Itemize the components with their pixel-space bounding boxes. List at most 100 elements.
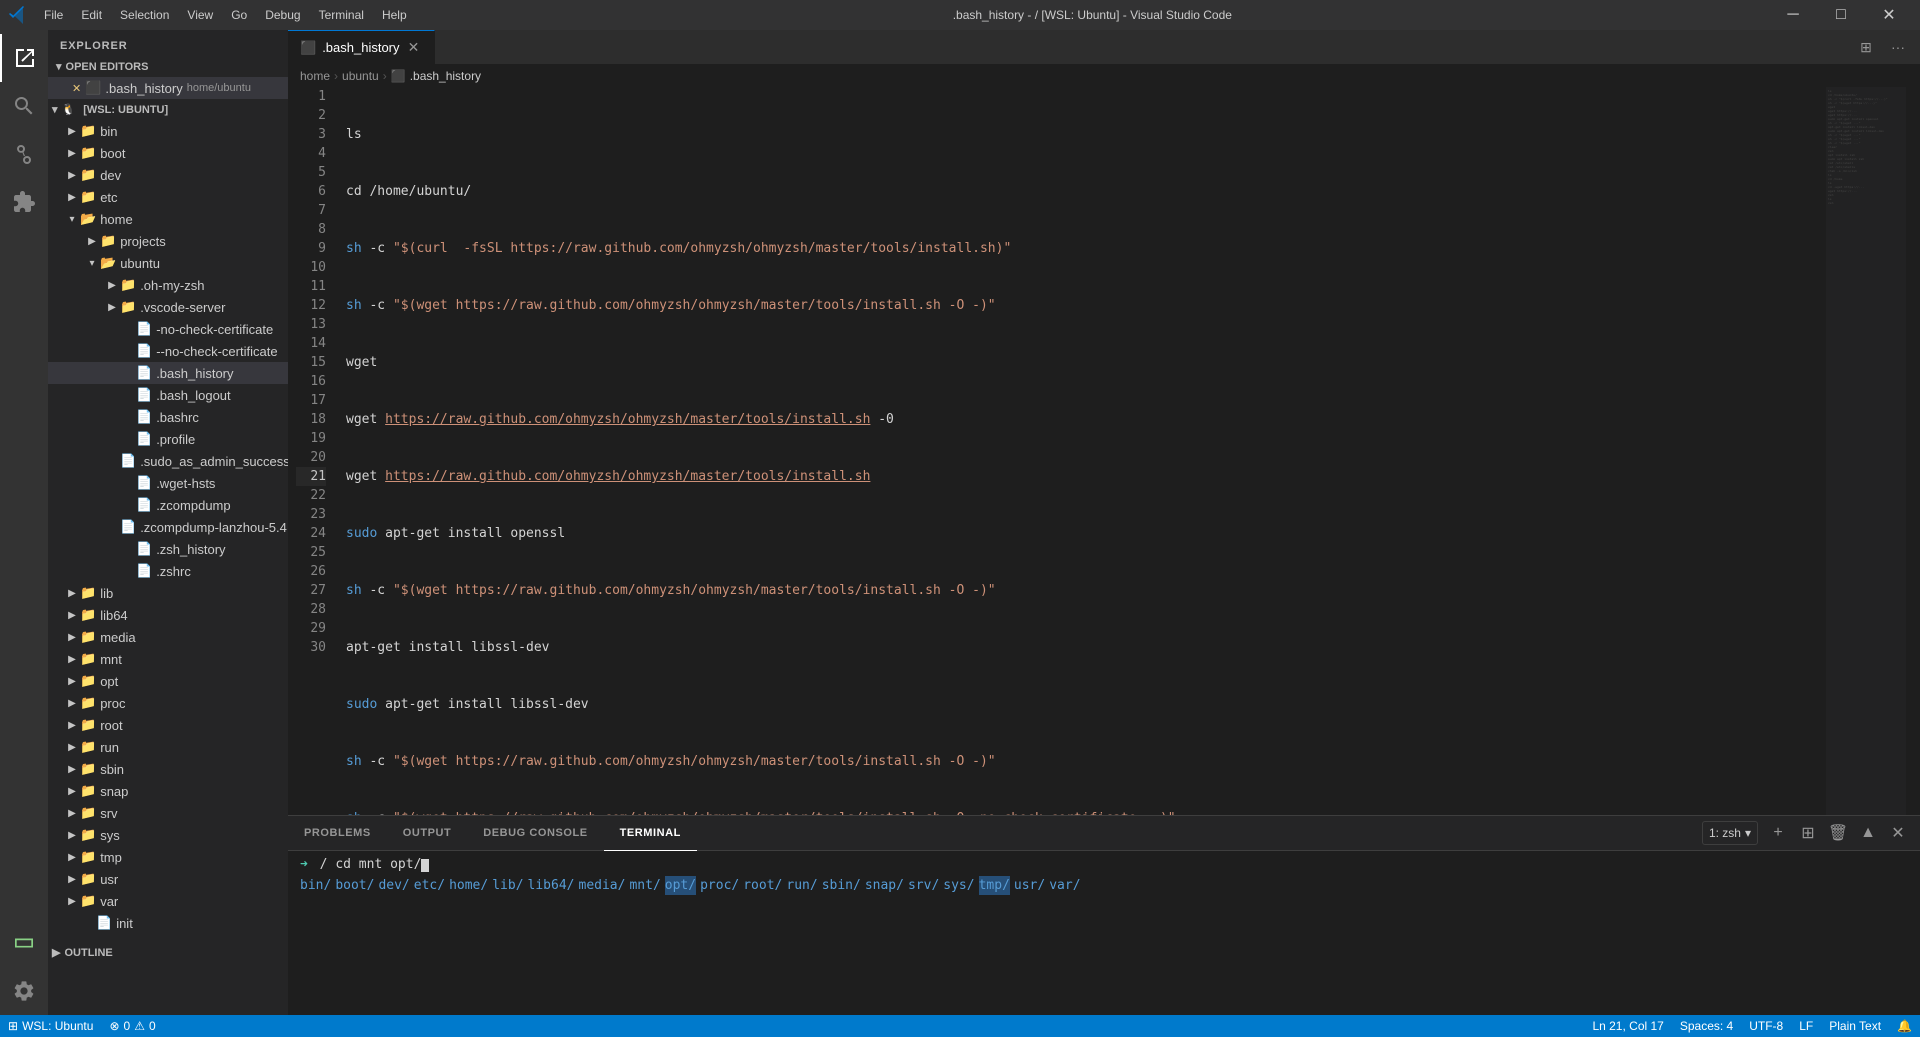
menu-view[interactable]: View <box>179 6 221 24</box>
activity-remote[interactable] <box>0 919 48 967</box>
status-errors[interactable]: ⊗ 0 ⚠ 0 <box>101 1015 163 1037</box>
folder-arrow: ▶ <box>64 764 80 775</box>
breadcrumb-current[interactable]: ⬛ .bash_history <box>391 69 481 83</box>
tree-folder-lib[interactable]: ▶ 📁 lib <box>48 582 288 604</box>
panel-tab-terminal[interactable]: TERMINAL <box>604 816 697 851</box>
close-panel-button[interactable]: ✕ <box>1884 819 1912 847</box>
more-actions-button[interactable]: ··· <box>1884 33 1912 61</box>
terminal-dir-snap: snap/ <box>865 876 904 895</box>
terminal-selector[interactable]: 1: zsh ▾ <box>1702 821 1758 845</box>
kill-terminal-button[interactable]: 🗑 <box>1824 819 1852 847</box>
folder-label-media: media <box>100 630 135 645</box>
activity-settings[interactable] <box>0 967 48 1015</box>
panel-tab-bar: PROBLEMS OUTPUT DEBUG CONSOLE TERMINAL 1… <box>288 816 1920 851</box>
menu-file[interactable]: File <box>36 6 71 24</box>
breadcrumb-home[interactable]: home <box>300 69 330 83</box>
menu-debug[interactable]: Debug <box>257 6 308 24</box>
tree-folder-boot[interactable]: ▶ 📁 boot <box>48 142 288 164</box>
tree-folder-bin[interactable]: ▶ 📁 bin <box>48 120 288 142</box>
tree-folder-etc[interactable]: ▶ 📁 etc <box>48 186 288 208</box>
folder-icon-media: 📁 <box>80 629 96 645</box>
outline-section[interactable]: ▶ OUTLINE <box>48 942 288 963</box>
code-editor[interactable]: ls cd /home/ubuntu/ sh -c "$(curl -fsSL … <box>338 87 1826 815</box>
terminal-content[interactable]: ➜ / cd mnt opt/ bin/ boot/ dev/ etc/ hom… <box>288 851 1920 1015</box>
close-button[interactable]: ✕ <box>1866 0 1912 30</box>
status-encoding[interactable]: UTF-8 <box>1741 1015 1791 1037</box>
tree-folder-vscode-server[interactable]: ▶ 📁 .vscode-server <box>48 296 288 318</box>
tree-folder-root[interactable]: ▶ 📁 root <box>48 714 288 736</box>
tab-close-button[interactable]: ✕ <box>406 40 422 56</box>
status-spaces[interactable]: Spaces: 4 <box>1672 1015 1741 1037</box>
maximize-button[interactable]: □ <box>1818 0 1864 30</box>
wsl-root-section[interactable]: ▾ 🐧 [WSL: UBUNTU] <box>48 99 288 120</box>
tree-folder-mnt[interactable]: ▶ 📁 mnt <box>48 648 288 670</box>
tree-file-profile[interactable]: 📄 .profile <box>48 428 288 450</box>
tree-file-wget-hsts[interactable]: 📄 .wget-hsts <box>48 472 288 494</box>
close-tab-icon[interactable]: ✕ <box>72 82 81 95</box>
tree-folder-dev[interactable]: ▶ 📁 dev <box>48 164 288 186</box>
file-icon-bash-logout: 📄 <box>136 387 152 403</box>
tree-folder-snap[interactable]: ▶ 📁 snap <box>48 780 288 802</box>
maximize-panel-button[interactable]: ▲ <box>1854 819 1882 847</box>
tree-file-sudo-admin[interactable]: 📄 .sudo_as_admin_successful <box>48 450 288 472</box>
tree-folder-opt[interactable]: ▶ 📁 opt <box>48 670 288 692</box>
status-language[interactable]: Plain Text <box>1821 1015 1889 1037</box>
tree-file-zcompdump[interactable]: 📄 .zcompdump <box>48 494 288 516</box>
tree-file-init[interactable]: 📄 init <box>48 912 288 934</box>
panel-tab-problems[interactable]: PROBLEMS <box>288 816 387 851</box>
split-editor-button[interactable]: ⊞ <box>1852 33 1880 61</box>
breadcrumb-ubuntu[interactable]: ubuntu <box>342 69 379 83</box>
tab-bash-history[interactable]: ⬛ .bash_history ✕ <box>288 30 435 64</box>
breadcrumb: home › ubuntu › ⬛ .bash_history <box>288 65 1920 87</box>
tree-folder-var[interactable]: ▶ 📁 var <box>48 890 288 912</box>
open-file-bash-history[interactable]: ✕ ⬛ .bash_history home/ubuntu <box>48 77 288 99</box>
tree-file-bashrc[interactable]: 📄 .bashrc <box>48 406 288 428</box>
file-icon-cert2: 📄 <box>136 343 152 359</box>
menu-go[interactable]: Go <box>223 6 255 24</box>
tree-folder-usr[interactable]: ▶ 📁 usr <box>48 868 288 890</box>
menu-edit[interactable]: Edit <box>73 6 110 24</box>
activity-extensions[interactable] <box>0 178 48 226</box>
tree-folder-run[interactable]: ▶ 📁 run <box>48 736 288 758</box>
tree-file-zshrc[interactable]: 📄 .zshrc <box>48 560 288 582</box>
panel-tab-output[interactable]: OUTPUT <box>387 816 468 851</box>
tree-file-no-check-cert1[interactable]: 📄 -no-check-certificate <box>48 318 288 340</box>
status-feedback[interactable]: 🔔 <box>1889 1015 1920 1037</box>
tree-file-zcompdump-lanzhou[interactable]: 📄 .zcompdump-lanzhou-5.4.2 <box>48 516 288 538</box>
tree-folder-proc[interactable]: ▶ 📁 proc <box>48 692 288 714</box>
tree-folder-sys[interactable]: ▶ 📁 sys <box>48 824 288 846</box>
minimap: lscd /home/ubuntu/sh -c "$(curl -fsSL ht… <box>1826 87 1906 815</box>
editor-scrollbar[interactable] <box>1906 87 1920 815</box>
tree-file-bash-logout[interactable]: 📄 .bash_logout <box>48 384 288 406</box>
code-line-2: cd /home/ubuntu/ <box>346 182 1826 201</box>
tree-folder-media[interactable]: ▶ 📁 media <box>48 626 288 648</box>
status-line-col[interactable]: Ln 21, Col 17 <box>1584 1015 1671 1037</box>
open-editors-section[interactable]: ▾ OPEN EDITORS <box>48 56 288 77</box>
activity-search[interactable] <box>0 82 48 130</box>
menu-help[interactable]: Help <box>374 6 415 24</box>
split-terminal-button[interactable]: ⊞ <box>1794 819 1822 847</box>
tree-folder-lib64[interactable]: ▶ 📁 lib64 <box>48 604 288 626</box>
minimize-button[interactable]: ─ <box>1770 0 1816 30</box>
tree-folder-home[interactable]: ▾ 📂 home <box>48 208 288 230</box>
tree-folder-sbin[interactable]: ▶ 📁 sbin <box>48 758 288 780</box>
status-line-ending-label: LF <box>1799 1019 1813 1033</box>
activity-source-control[interactable] <box>0 130 48 178</box>
tree-folder-projects[interactable]: ▶ 📁 projects <box>48 230 288 252</box>
tree-file-bash-history[interactable]: 📄 .bash_history <box>48 362 288 384</box>
tree-folder-srv[interactable]: ▶ 📁 srv <box>48 802 288 824</box>
menu-terminal[interactable]: Terminal <box>311 6 372 24</box>
panel-tab-debug-console[interactable]: DEBUG CONSOLE <box>467 816 603 851</box>
tree-folder-ubuntu[interactable]: ▾ 📂 ubuntu <box>48 252 288 274</box>
new-terminal-button[interactable]: + <box>1764 819 1792 847</box>
tree-file-zsh-history[interactable]: 📄 .zsh_history <box>48 538 288 560</box>
tree-folder-oh-my-zsh[interactable]: ▶ 📁 .oh-my-zsh <box>48 274 288 296</box>
menu-selection[interactable]: Selection <box>112 6 177 24</box>
tree-folder-tmp[interactable]: ▶ 📁 tmp <box>48 846 288 868</box>
file-label-bash-logout: .bash_logout <box>156 388 230 403</box>
status-wsl[interactable]: ⊞ WSL: Ubuntu <box>0 1015 101 1037</box>
tree-file-no-check-cert2[interactable]: 📄 --no-check-certificate <box>48 340 288 362</box>
activity-explorer[interactable] <box>0 34 48 82</box>
status-line-ending[interactable]: LF <box>1791 1015 1821 1037</box>
folder-label-oh-my-zsh: .oh-my-zsh <box>140 278 204 293</box>
